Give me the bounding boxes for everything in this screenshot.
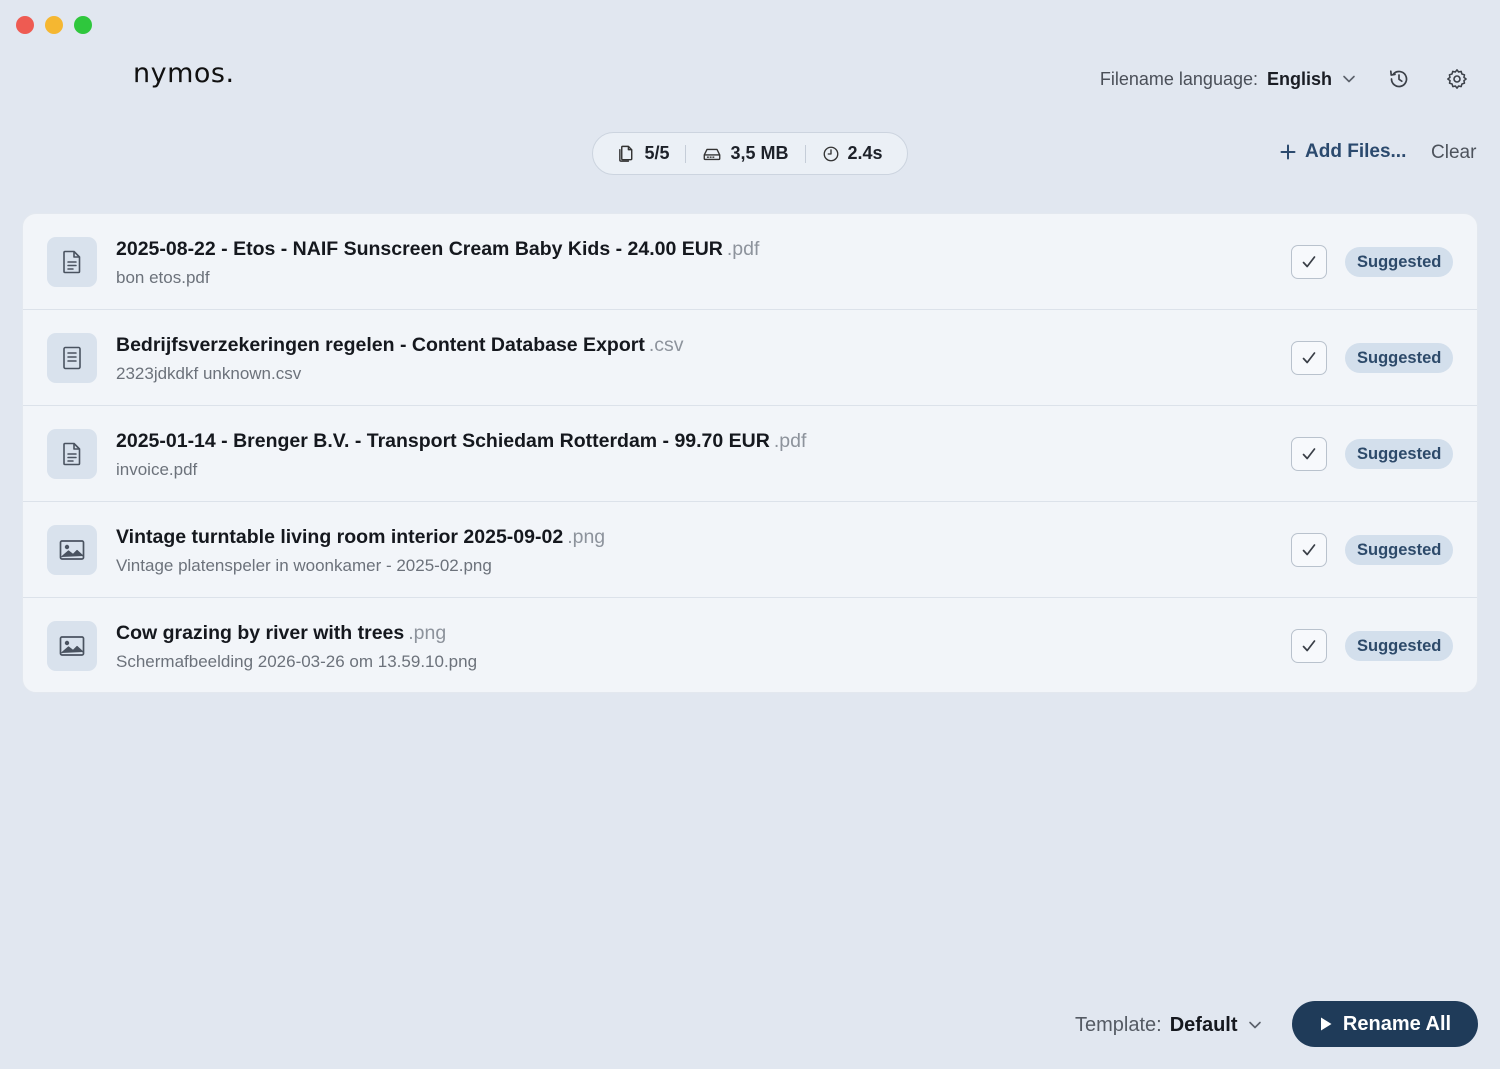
history-button[interactable] [1386, 66, 1412, 92]
stats-pill: 5/5 3,5 MB 2.4s [592, 132, 908, 175]
elapsed-time-stat: 2.4s [806, 143, 899, 164]
file-row[interactable]: Cow grazing by river with trees .png Sche… [23, 598, 1477, 692]
total-size: 3,5 MB [730, 143, 789, 163]
app-logo: nymos. [133, 58, 235, 89]
add-files-label: Add Files... [1305, 141, 1407, 162]
clear-button[interactable]: Clear [1431, 142, 1476, 164]
filename-language-select[interactable]: English [1267, 69, 1332, 90]
play-icon [1320, 1017, 1332, 1031]
checkmark-icon [1302, 544, 1316, 556]
status-badge: Suggested [1345, 535, 1454, 565]
gear-icon [1447, 69, 1467, 89]
original-filename: bon etos.pdf [116, 268, 210, 287]
spreadsheet-icon [47, 333, 97, 383]
suggested-filename[interactable]: Cow grazing by river with trees .png [116, 622, 477, 645]
elapsed-time: 2.4s [847, 143, 883, 163]
add-files-button[interactable]: Add Files... [1280, 141, 1406, 163]
file-extension: .png [567, 526, 606, 548]
approve-checkbox[interactable] [1291, 533, 1327, 567]
checkmark-icon [1302, 640, 1316, 652]
template-label: Template: [1075, 1013, 1162, 1036]
approve-checkbox[interactable] [1291, 245, 1327, 279]
file-list: 2025-08-22 - Etos - NAIF Sunscreen Cream… [22, 213, 1478, 693]
plus-icon [1280, 144, 1296, 160]
template-value[interactable]: Default [1170, 1014, 1238, 1037]
drive-icon [704, 148, 721, 160]
settings-button[interactable] [1444, 66, 1470, 92]
clock-icon [823, 146, 838, 161]
window-controls [16, 16, 92, 34]
chevron-down-icon[interactable] [1342, 72, 1356, 86]
header-controls: Filename language: English [1100, 64, 1470, 94]
history-icon [1389, 70, 1408, 88]
suggested-filename[interactable]: Vintage turntable living room interior 2… [116, 526, 605, 549]
file-extension: .pdf [726, 238, 760, 260]
file-extension: .png [408, 622, 447, 644]
suggested-filename[interactable]: 2025-08-22 - Etos - NAIF Sunscreen Cream… [116, 238, 759, 261]
filename-language-label: Filename language: [1099, 68, 1258, 89]
suggested-filename[interactable]: Bedrijfsverzekeringen regelen - Content … [116, 334, 684, 357]
files-icon [619, 145, 633, 162]
rename-all-button[interactable]: Rename All [1292, 1001, 1478, 1047]
file-row[interactable]: 2025-01-14 - Brenger B.V. - Transport Sc… [23, 406, 1477, 502]
file-count: 5/5 [644, 143, 670, 163]
file-extension: .csv [648, 334, 684, 356]
original-filename: Schermafbeelding 2026-03-26 om 13.59.10.… [116, 652, 478, 671]
approve-checkbox[interactable] [1291, 341, 1327, 375]
template-selector[interactable]: Template: Default [1075, 1012, 1262, 1038]
document-icon [47, 429, 97, 479]
file-extension: .pdf [773, 430, 807, 452]
close-window-button[interactable] [16, 16, 34, 34]
approve-checkbox[interactable] [1291, 629, 1327, 663]
file-row[interactable]: Vintage turntable living room interior 2… [23, 502, 1477, 598]
image-icon [47, 621, 97, 671]
checkmark-icon [1302, 448, 1316, 460]
file-count-stat: 5/5 [601, 143, 685, 164]
checkmark-icon [1302, 256, 1316, 268]
app-window: nymos. Filename language: English 5/5 3,… [0, 0, 1500, 1069]
image-icon [47, 525, 97, 575]
chevron-down-icon[interactable] [1248, 1018, 1262, 1032]
checkmark-icon [1302, 352, 1316, 364]
suggested-filename[interactable]: 2025-01-14 - Brenger B.V. - Transport Sc… [116, 430, 806, 453]
zoom-window-button[interactable] [74, 16, 92, 34]
original-filename: Vintage platenspeler in woonkamer - 2025… [116, 556, 492, 575]
file-row[interactable]: 2025-08-22 - Etos - NAIF Sunscreen Cream… [23, 214, 1477, 310]
rename-all-label: Rename All [1342, 1012, 1452, 1035]
original-filename: 2323jdkdkf unknown.csv [116, 364, 302, 383]
minimize-window-button[interactable] [45, 16, 63, 34]
approve-checkbox[interactable] [1291, 437, 1327, 471]
total-size-stat: 3,5 MB [686, 143, 804, 164]
status-badge: Suggested [1345, 247, 1454, 277]
status-badge: Suggested [1345, 343, 1454, 373]
original-filename: invoice.pdf [116, 460, 198, 479]
status-badge: Suggested [1345, 439, 1454, 469]
status-badge: Suggested [1345, 631, 1454, 661]
document-icon [47, 237, 97, 287]
file-row[interactable]: Bedrijfsverzekeringen regelen - Content … [23, 310, 1477, 406]
